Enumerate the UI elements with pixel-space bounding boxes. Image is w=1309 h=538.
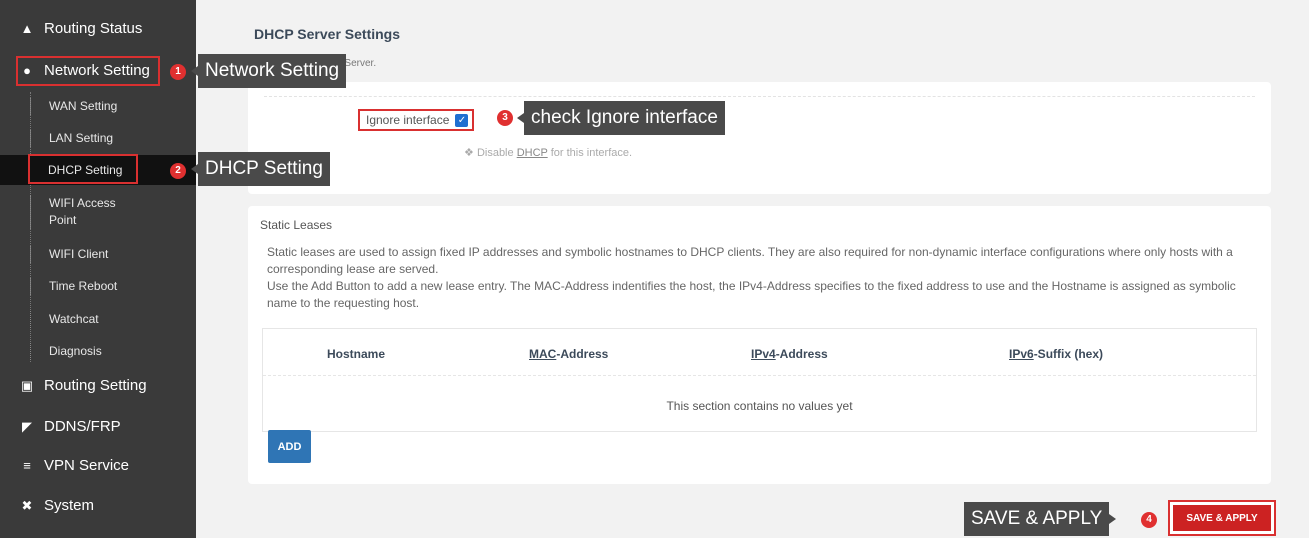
nav-lan-setting[interactable]: LAN Setting bbox=[30, 130, 113, 147]
calendar-icon: ▣ bbox=[20, 377, 34, 393]
step-2-label: DHCP Setting bbox=[191, 152, 330, 186]
static-leases-card: Static Leases Static leases are used to … bbox=[248, 206, 1271, 484]
add-button[interactable]: ADD bbox=[268, 430, 311, 463]
nav-wan-setting[interactable]: WAN Setting bbox=[30, 98, 117, 115]
gauge-icon: ◤ bbox=[22, 418, 32, 434]
network-setting-highlight bbox=[16, 56, 160, 86]
step-3-badge: 3 bbox=[497, 110, 513, 126]
nav-routing-status[interactable]: ▲ Routing Status bbox=[18, 20, 143, 37]
nav-ddns-frp-label: DDNS/FRP bbox=[44, 418, 121, 435]
step-3-label: check Ignore interface bbox=[517, 101, 725, 135]
ignore-interface-checkbox[interactable]: ✓ bbox=[455, 113, 469, 127]
ignore-interface-field[interactable]: Ignore interface ✓ bbox=[358, 109, 475, 131]
nav-routing-status-label: Routing Status bbox=[44, 20, 143, 37]
home-icon: ▲ bbox=[20, 21, 34, 36]
static-leases-title: Static Leases bbox=[260, 218, 333, 232]
col-ipv4-address: IPv4-Address bbox=[751, 347, 828, 361]
nav-time-reboot[interactable]: Time Reboot bbox=[30, 278, 117, 295]
nav-diagnosis[interactable]: Diagnosis bbox=[30, 343, 102, 360]
col-ipv6-suffix: IPv6-Suffix (hex) bbox=[1009, 347, 1104, 361]
page-title: DHCP Server Settings bbox=[254, 26, 401, 42]
col-hostname: Hostname bbox=[327, 347, 386, 361]
ignore-interface-hint: ❖ Disable DHCP for this interface. bbox=[464, 147, 633, 159]
step-4-label: SAVE & APPLY bbox=[964, 502, 1117, 536]
nav-vpn-service[interactable]: ≡ VPN Service bbox=[18, 457, 129, 474]
nav-wifi-access-point[interactable]: WIFI Access Point bbox=[30, 195, 140, 229]
tools-icon: ✖ bbox=[21, 497, 33, 513]
step-1-label: Network Setting bbox=[190, 54, 347, 88]
static-leases-table: Hostname MAC-Address IPv4-Address IPv6-S… bbox=[262, 328, 1257, 432]
list-icon: ≡ bbox=[23, 458, 31, 473]
nav-wifi-client[interactable]: WIFI Client bbox=[30, 246, 108, 263]
step-1-badge: 1 bbox=[170, 64, 186, 80]
nav-system-label: System bbox=[44, 497, 95, 514]
nav-routing-setting[interactable]: ▣ Routing Setting bbox=[18, 377, 147, 394]
dhcp-setting-highlight bbox=[28, 154, 138, 184]
col-mac-address: MAC-Address bbox=[529, 347, 609, 361]
empty-table-message: This section contains no values yet bbox=[666, 399, 853, 413]
nav-vpn-service-label: VPN Service bbox=[44, 457, 130, 474]
ignore-interface-label: Ignore interface bbox=[366, 113, 450, 127]
nav-ddns-frp[interactable]: ◤ DDNS/FRP bbox=[18, 418, 121, 435]
info-icon: ❖ bbox=[464, 147, 474, 159]
nav-system[interactable]: ✖ System bbox=[18, 497, 94, 514]
static-leases-description: Static leases are used to assign fixed I… bbox=[267, 245, 1236, 310]
save-apply-highlight: SAVE & APPLY bbox=[1168, 500, 1276, 536]
main-content: DHCP Server Settings Configurable DHCP S… bbox=[196, 0, 1309, 538]
nav-watchcat[interactable]: Watchcat bbox=[30, 311, 99, 328]
step-2-badge: 2 bbox=[170, 163, 186, 179]
save-apply-button[interactable]: SAVE & APPLY bbox=[1173, 505, 1271, 531]
nav-routing-setting-label: Routing Setting bbox=[44, 377, 147, 394]
step-4-badge: 4 bbox=[1141, 512, 1157, 528]
general-settings-card: Ignore interface ✓ ❖ Disable DHCP for th… bbox=[248, 82, 1271, 194]
